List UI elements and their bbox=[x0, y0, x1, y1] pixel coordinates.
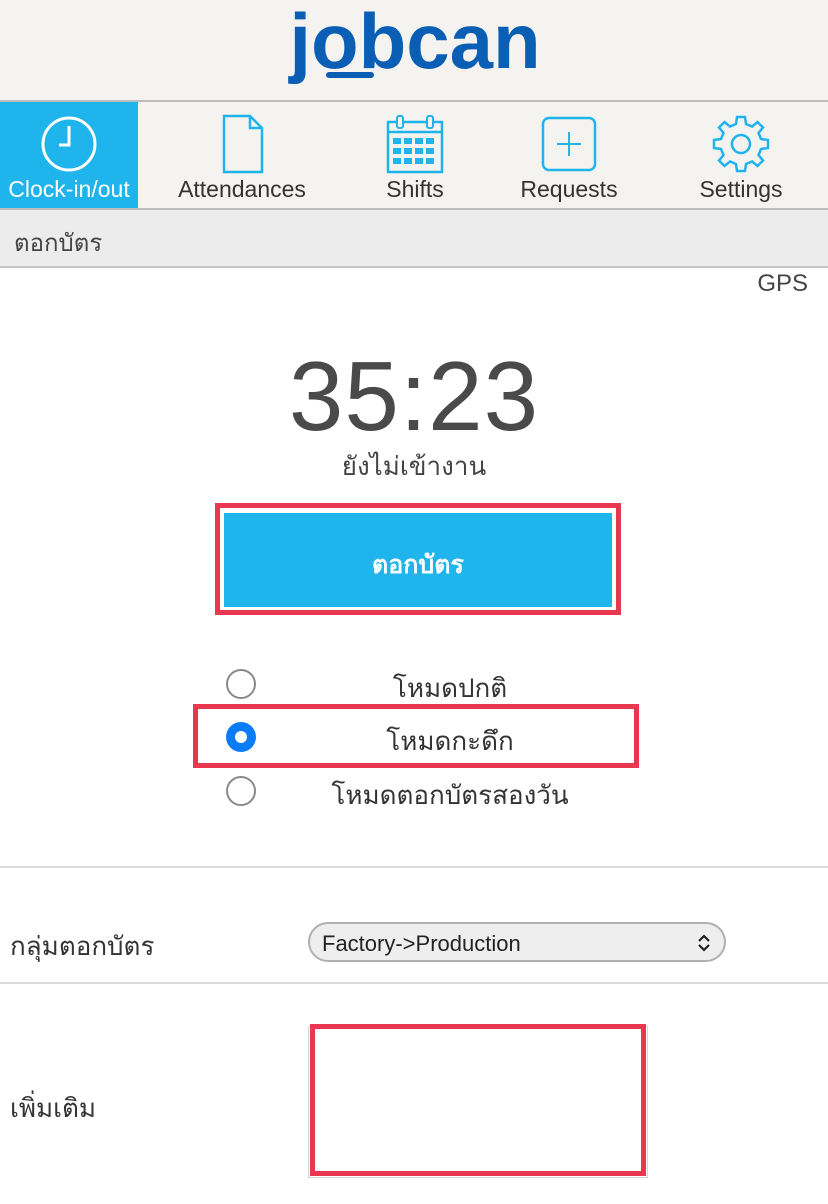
mode-radio-two-day[interactable] bbox=[226, 776, 256, 806]
mode-label-normal: โหมดปกติ bbox=[392, 674, 508, 704]
nav-label-clock-in-out: Clock-in/out bbox=[8, 176, 130, 202]
nav-shifts[interactable]: Shifts bbox=[346, 102, 484, 208]
nav-label-attendances: Attendances bbox=[178, 176, 306, 202]
nav-label-requests: Requests bbox=[520, 176, 618, 202]
punch-button[interactable]: ตอกบัตร bbox=[224, 513, 612, 607]
punch-group-select[interactable]: Factory->Production bbox=[308, 922, 726, 962]
svg-text:jobcan: jobcan bbox=[287, 0, 540, 85]
mode-label-two-day: โหมดตอกบัตรสองวัน bbox=[331, 781, 569, 811]
clock-icon bbox=[41, 116, 97, 172]
clock-display: 35:23 bbox=[288, 341, 540, 451]
punch-group-label: กลุ่มตอกบัตร bbox=[10, 932, 155, 962]
nav-clock-in-out[interactable]: Clock-in/out bbox=[0, 102, 138, 208]
nav-label-shifts: Shifts bbox=[386, 176, 444, 202]
mode-option-two-day[interactable]: โหมดตอกบัตรสองวัน bbox=[220, 770, 620, 814]
nav-label-settings: Settings bbox=[699, 176, 783, 202]
mode-option-night[interactable]: โหมดกะดึก bbox=[220, 716, 620, 760]
app-header: jobcan bbox=[0, 0, 828, 100]
divider bbox=[0, 866, 828, 868]
calendar-icon bbox=[386, 115, 444, 174]
work-status: ยังไม่เข้างาน bbox=[341, 452, 487, 482]
nav-requests[interactable]: Requests bbox=[484, 102, 654, 208]
gps-indicator[interactable]: GPS bbox=[757, 270, 808, 298]
nav-attendances[interactable]: Attendances bbox=[138, 102, 346, 208]
nav-settings[interactable]: Settings bbox=[654, 102, 828, 208]
mode-label-night: โหมดกะดึก bbox=[386, 727, 514, 757]
highlight-box-notes bbox=[310, 1024, 646, 1176]
notes-label: เพิ่มเติม bbox=[10, 1094, 97, 1124]
chevron-up-down-icon bbox=[698, 934, 710, 952]
divider bbox=[0, 982, 828, 984]
mode-radio-normal[interactable] bbox=[226, 669, 256, 699]
plus-square-icon bbox=[541, 116, 597, 172]
punch-button-label: ตอกบัตร bbox=[372, 551, 464, 579]
punch-group-value: Factory->Production bbox=[322, 931, 521, 956]
mode-option-normal[interactable]: โหมดปกติ bbox=[220, 663, 620, 707]
gear-icon bbox=[712, 115, 770, 173]
page-title: ตอกบัตร bbox=[14, 229, 103, 257]
page-title-bar: ตอกบัตร bbox=[0, 210, 828, 268]
jobcan-logo: jobcan bbox=[287, 0, 540, 85]
mode-radio-night[interactable] bbox=[226, 722, 256, 752]
main-nav: Clock-in/out Attendances Shifts Requests… bbox=[0, 100, 828, 210]
document-icon bbox=[222, 114, 264, 174]
